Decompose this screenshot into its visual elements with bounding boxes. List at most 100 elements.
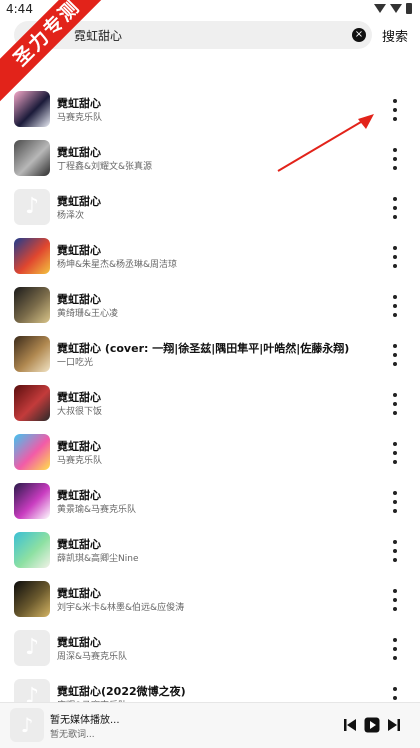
more-dot [393,402,397,406]
song-artist: 马赛克乐队 [57,456,103,466]
song-title: 霓虹甜心 [57,636,101,649]
more-dot [393,549,397,553]
more-options-icon[interactable] [388,148,402,170]
more-dot [393,215,397,219]
song-title: 霓虹甜心 [57,195,101,208]
song-artist: 马赛克乐队 [57,113,103,123]
more-dot [393,246,397,250]
more-dot [393,696,397,700]
song-title: 霓虹甜心 [57,293,101,306]
song-title: 霓虹甜心 [57,391,101,404]
battery-icon [406,3,412,14]
previous-icon[interactable] [342,717,358,733]
more-dot [393,509,397,513]
more-dot [393,108,397,112]
song-title: 霓虹甜心 [57,244,101,257]
more-dot [393,255,397,259]
more-options-icon[interactable] [388,246,402,268]
more-dot [393,148,397,152]
music-note-icon: ♪ [20,713,34,737]
album-art [14,581,50,617]
album-art [14,287,50,323]
song-artist: 大叔很下饭 [57,407,103,417]
more-options-icon[interactable] [388,295,402,317]
more-options-icon[interactable] [388,491,402,513]
more-dot [393,411,397,415]
song-row[interactable]: ♪ 霓虹甜心 杨泽次 [0,183,420,232]
music-note-icon: ♪ [24,194,40,219]
song-row[interactable]: 霓虹甜心 黄景瑜&马赛克乐队 [0,477,420,526]
more-dot [393,589,397,593]
more-dot [393,264,397,268]
player-artwork: ♪ [10,708,44,742]
more-options-icon[interactable] [388,589,402,611]
song-artist: 黄景瑜&马赛克乐队 [57,505,137,515]
song-row[interactable]: 霓虹甜心 薛凯琪&高卿尘Nine [0,526,420,575]
more-dot [393,117,397,121]
more-dot [393,313,397,317]
more-dot [393,206,397,210]
wifi-icon [374,4,386,13]
song-row[interactable]: 霓虹甜心黄绮珊&王心凌 [0,281,420,330]
status-time: 4:44 [6,2,33,16]
song-title: 霓虹甜心 (cover: 一翔|徐圣兹|隅田隼平|叶皓然|佐藤永翔) [57,342,350,355]
album-art [14,385,50,421]
song-artist: 丁程鑫&刘耀文&张真源 [57,162,153,172]
music-note-icon: ♪ [24,635,40,660]
more-dot [393,451,397,455]
more-options-icon[interactable] [388,393,402,415]
album-art [14,336,50,372]
song-artist: 杨坤&朱星杰&杨丞琳&周洁琼 [57,260,178,270]
more-options-icon[interactable] [388,344,402,366]
player-title: 暂无媒体播放... [50,715,120,726]
song-artist: 一口吃光 [57,358,94,368]
more-dot [393,656,397,660]
more-dot [393,197,397,201]
song-row[interactable]: 霓虹甜心 马赛克乐队 [0,428,420,477]
search-button[interactable]: 搜索 [382,26,408,45]
mini-player[interactable]: ♪ 暂无媒体播放... 暂无歌词... [0,702,420,748]
more-options-icon[interactable] [388,540,402,562]
search-input-value: 霓虹甜心 [74,29,123,43]
song-artist: 薛凯琪&高卿尘Nine [57,554,139,564]
song-title: 霓虹甜心 [57,97,101,110]
clear-search-icon[interactable]: × [352,28,366,42]
song-list: 霓虹甜心 马赛克乐队 霓虹甜心 丁程鑫&刘耀文&张真源 ♪ 霓虹甜心 杨泽次 霓虹甜心 杨坤&朱… [0,85,420,722]
signal-icon [390,4,402,13]
more-dot [393,304,397,308]
more-dot [393,558,397,562]
more-options-icon[interactable] [388,99,402,121]
more-dot [393,638,397,642]
more-dot [393,362,397,366]
more-dot [393,344,397,348]
more-options-icon[interactable] [388,442,402,464]
song-row[interactable]: 霓虹甜心杨坤&朱星杰&杨丞琳&周洁琼 [0,232,420,281]
more-options-icon[interactable] [388,638,402,660]
song-title: 霓虹甜心(2022微博之夜) [57,685,186,698]
song-row[interactable]: 霓虹甜心 刘宇&米卡&林墨&伯远&应俊涛 [0,575,420,624]
more-dot [393,166,397,170]
more-dot [393,295,397,299]
song-title: 霓虹甜心 [57,440,101,453]
more-dot [393,540,397,544]
album-art: ♪ [14,630,50,666]
more-dot [393,157,397,161]
album-art [14,238,50,274]
more-dot [393,598,397,602]
more-dot [393,607,397,611]
song-row[interactable]: 霓虹甜心 大叔很下饭 [0,379,420,428]
album-art [14,483,50,519]
more-options-icon[interactable] [388,197,402,219]
album-art [14,91,50,127]
more-dot [393,99,397,103]
song-artist: 黄绮珊&王心凌 [57,309,119,319]
song-artist: 周深&马赛克乐队 [57,652,128,662]
song-row[interactable]: ♪ 霓虹甜心周深&马赛克乐队 [0,624,420,673]
song-row[interactable]: 霓虹甜心 (cover: 一翔|徐圣兹|隅田隼平|叶皓然|佐藤永翔) 一口吃光 [0,330,420,379]
annotation-arrow [277,114,374,172]
play-icon[interactable] [364,717,380,733]
more-dot [393,491,397,495]
more-dot [393,393,397,397]
next-icon[interactable] [386,717,402,733]
player-lyrics: 暂无歌词... [50,730,95,740]
